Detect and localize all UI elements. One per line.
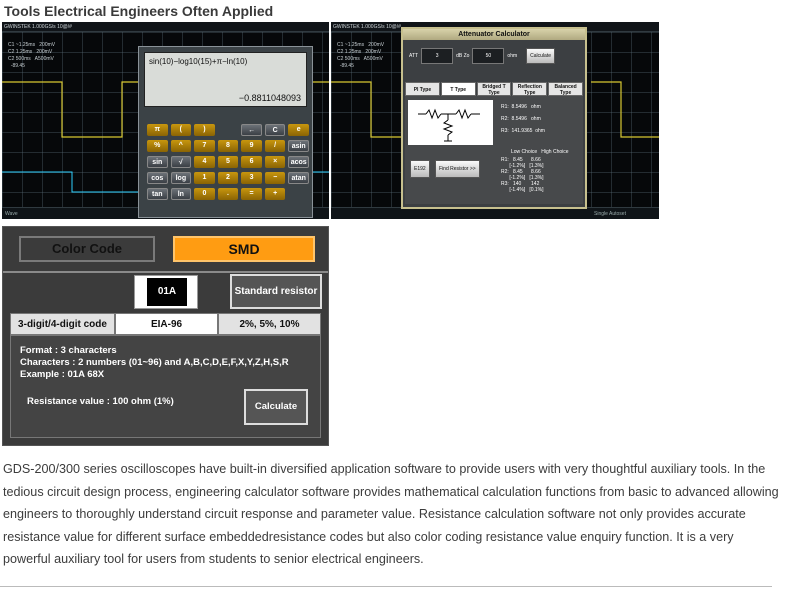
- code-type-tabs: 3-digit/4-digit code EIA-96 2%, 5%, 10%: [10, 313, 321, 335]
- calculator-result: −0.8811048093: [238, 93, 301, 103]
- tab-t-type[interactable]: T Type: [440, 82, 476, 96]
- calculator-expression: sin(10)−log10(15)+π−ln(10): [149, 57, 248, 66]
- t-network-diagram: [408, 100, 493, 145]
- find-resistor-button[interactable]: Find Resistor >>: [435, 160, 480, 178]
- calculator-key[interactable]: π: [147, 124, 168, 136]
- calculate-button[interactable]: Calculate: [244, 389, 308, 425]
- bottom-rule: [0, 586, 772, 587]
- calculator-key[interactable]: ←: [241, 124, 262, 136]
- att-label: ATT: [409, 53, 419, 59]
- ohm-label: ohm: [507, 53, 518, 59]
- calculator-key[interactable]: /: [264, 140, 286, 152]
- calculator-key[interactable]: 7: [194, 140, 215, 152]
- code-input-frame: 01A: [134, 275, 198, 309]
- standard-resistor-button[interactable]: Standard resistor: [230, 274, 322, 309]
- calculator-key[interactable]: =: [241, 188, 262, 200]
- scope-readout: C1 ~1.25ms 200mV C2 1.25ms 200mV C2 500m…: [8, 42, 56, 69]
- db-zo-label: dB Zo: [456, 53, 470, 59]
- attenuator-screenshot: GWINSTEK 1.000GS/s 10@/# C1 ~1.25ms 200m…: [331, 22, 659, 219]
- tab-reflection-type[interactable]: Reflection Type: [512, 82, 548, 96]
- zo-value-field[interactable]: 50: [472, 48, 505, 64]
- calculator-screenshot: GWINSTEK 1.000GS/s 10@/# C1 ~1.25ms 200m…: [2, 22, 329, 219]
- calculator-key[interactable]: sin: [147, 156, 168, 168]
- e192-button[interactable]: E192: [410, 160, 430, 178]
- calculator-key[interactable]: C: [264, 124, 286, 136]
- calculator-key[interactable]: +: [264, 188, 286, 200]
- eia96-panel: Format : 3 characters Characters : 2 num…: [10, 335, 321, 438]
- attenuator-results: R1: 8.5496 ohm R2: 8.5496 ohm R3: 141.93…: [501, 104, 545, 134]
- attenuator-input-row: ATT 3 dB Zo 50 ohm Calculate: [409, 48, 556, 64]
- calculator-key[interactable]: 2: [217, 172, 239, 184]
- example-text: Example : 01A 68X: [20, 369, 105, 380]
- divider: [3, 271, 328, 273]
- calculator-key[interactable]: acos: [288, 156, 309, 168]
- calculator-key[interactable]: 5: [217, 156, 239, 168]
- calculator-key[interactable]: √: [170, 156, 192, 168]
- smd-resistor-screenshot: Color Code SMD 01A Standard resistor 3-d…: [2, 226, 329, 446]
- calculator-key[interactable]: 0: [194, 188, 215, 200]
- calculator-key: [218, 124, 239, 136]
- scope-header-text-2: GWINSTEK 1.000GS/s 10@/#: [333, 24, 401, 30]
- format-text: Format : 3 characters: [20, 345, 117, 356]
- calculator-key[interactable]: 9: [241, 140, 262, 152]
- scope-footer-left[interactable]: Wave: [5, 211, 18, 217]
- scope-footer-right[interactable]: Single Autoset: [594, 211, 626, 217]
- scope-header-text: GWINSTEK 1.000GS/s 10@/#: [4, 24, 72, 30]
- scope-status-bar: GWINSTEK 1.000GS/s 10@/#: [2, 22, 329, 32]
- attenuator-panel: R1: 8.5496 ohm R2: 8.5496 ohm R3: 141.93…: [405, 96, 583, 204]
- tab-balanced-type[interactable]: Balanced Type: [548, 82, 583, 96]
- page-title: Tools Electrical Engineers Often Applied: [4, 3, 274, 19]
- resistance-value-text: Resistance value : 100 ohm (1%): [27, 396, 174, 407]
- t-network-schematic: [418, 108, 480, 142]
- calculator-key[interactable]: 3: [241, 172, 262, 184]
- scope-readout-2: C1 ~1.25ms 200mV C2 1.25ms 200mV C2 500m…: [337, 42, 385, 69]
- description-paragraph: GDS-200/300 series oscilloscopes have bu…: [3, 462, 779, 566]
- tab-color-code[interactable]: Color Code: [19, 236, 155, 262]
- resistor-choices: R1: 8.45 8.66 [-1.2%] [1.3%] R2: 8.45 8.…: [501, 157, 544, 193]
- calculator-key[interactable]: .: [217, 188, 239, 200]
- tab-tolerance-codes[interactable]: 2%, 5%, 10%: [218, 313, 321, 335]
- calculator-key[interactable]: asin: [288, 140, 309, 152]
- calculator-key[interactable]: 4: [194, 156, 215, 168]
- calculator-key[interactable]: ×: [264, 156, 286, 168]
- calculator-key[interactable]: log: [170, 172, 192, 184]
- calculator-key[interactable]: ): [194, 124, 215, 136]
- calculator-key[interactable]: ^: [170, 140, 192, 152]
- attenuator-window: Attenuator Calculator ATT 3 dB Zo 50 ohm…: [401, 27, 587, 209]
- tab-bridged-t-type[interactable]: Bridged T Type: [476, 82, 512, 96]
- calculator-key[interactable]: ln: [170, 188, 192, 200]
- choice-header: Low Choice High Choice: [511, 149, 569, 155]
- calculator-key[interactable]: (: [170, 124, 192, 136]
- calculator-key[interactable]: 6: [241, 156, 262, 168]
- calculator-key[interactable]: 8: [217, 140, 239, 152]
- calculator-key[interactable]: −: [264, 172, 286, 184]
- attenuator-calculate-button[interactable]: Calculate: [526, 48, 556, 64]
- att-value-field[interactable]: 3: [421, 48, 454, 64]
- calculator-key[interactable]: 1: [194, 172, 215, 184]
- calculator-key[interactable]: tan: [147, 188, 168, 200]
- tab-smd[interactable]: SMD: [173, 236, 315, 262]
- tab-pi-type[interactable]: PI Type: [405, 82, 440, 96]
- calculator-key[interactable]: e: [288, 124, 309, 136]
- attenuator-title: Attenuator Calculator: [403, 29, 585, 40]
- calculator-key[interactable]: cos: [147, 172, 168, 184]
- smd-code-field[interactable]: 01A: [147, 278, 187, 306]
- calculator-keypad: π() ← Ce% ^ 7 8 9/asin sin √ 4 5 6 × acos cos log 1 2 3− at…: [147, 124, 309, 200]
- calculator-key[interactable]: %: [147, 140, 168, 152]
- tab-3-4-digit-code[interactable]: 3-digit/4-digit code: [10, 313, 115, 335]
- characters-text: Characters : 2 numbers (01~96) and A,B,C…: [20, 357, 289, 368]
- calculator-display: sin(10)−log10(15)+π−ln(10) −0.8811048093: [144, 52, 307, 107]
- attenuator-tabs: PI Type T Type Bridged T Type Reflection…: [405, 82, 583, 96]
- tab-eia-96[interactable]: EIA-96: [115, 313, 218, 335]
- calculator-key[interactable]: atan: [288, 172, 309, 184]
